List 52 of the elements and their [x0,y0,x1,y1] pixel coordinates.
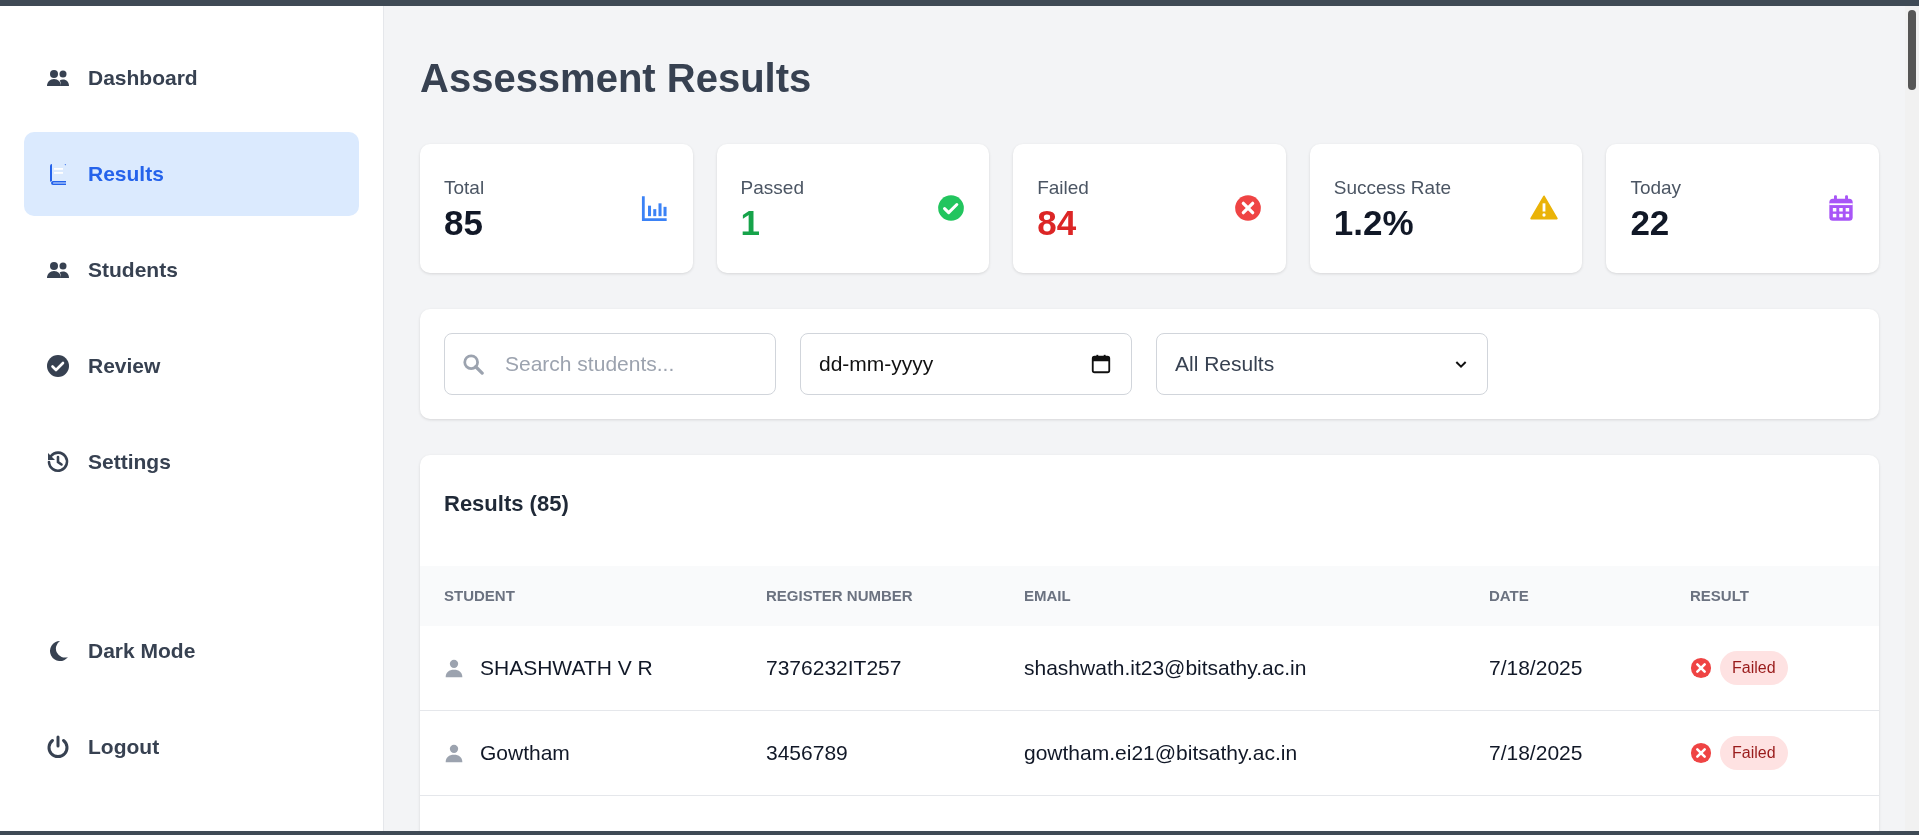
calendar-icon[interactable] [1090,352,1112,375]
table-cell-text: 7/18/2025 [1489,655,1584,681]
sidebar-item[interactable]: Logout [24,705,359,789]
column-header: DATE [1489,585,1530,606]
stat-value: 1.2% [1333,202,1415,243]
status-badge: Failed [1720,650,1788,685]
column-header: REGISTER NUMBER [766,585,914,606]
stat-label: Passed [740,176,804,200]
error-circle-icon [1690,656,1712,679]
sidebar-item[interactable]: Dark Mode [24,609,359,693]
table-cell-text: Gowtham [480,740,570,766]
stat-value: 84 [1037,202,1078,243]
stat-value: 85 [444,202,484,243]
column-header: STUDENT [444,585,516,606]
table-cell-text: 3456789 [766,740,849,766]
calendar-icon [1826,194,1855,223]
column-header: EMAIL [1024,585,1072,606]
bar-chart-icon [640,194,669,223]
sidebar-item[interactable]: Students [24,228,359,312]
result-filter-dropdown[interactable]: All Results [1156,332,1488,395]
error-circle-icon [1233,194,1262,223]
check-circle-icon [937,194,966,223]
scrollbar[interactable] [1905,6,1919,831]
card-title: Results (85) [444,490,569,516]
sidebar-item[interactable]: Results [24,132,359,216]
error-circle-icon [1690,741,1712,764]
stat-label: Success Rate [1333,176,1451,200]
user-icon [444,742,464,763]
power-icon [46,735,70,759]
check-circle-icon [46,354,70,378]
stat-label: Today [1630,176,1682,200]
column-header: RESULT [1690,585,1750,606]
table-cell-text: 7376232IT257 [766,655,903,681]
stat-value: 1 [740,202,762,243]
table-cell-text: SHASHWATH V R [480,655,653,681]
sidebar-item[interactable]: Review [24,324,359,408]
table-cell-text: 7/18/2025 [1489,740,1584,766]
history-icon [46,450,70,474]
sidebar-item[interactable]: Settings [24,420,359,504]
sidebar-item[interactable]: Dashboard [24,36,359,120]
stat-label: Failed [1037,176,1089,200]
scrollbar-thumb[interactable] [1908,10,1916,90]
status-badge: Failed [1720,735,1788,770]
search-field[interactable]: Search students... [444,332,776,395]
search-icon [462,352,484,375]
stat-label: Total [444,176,485,200]
table-cell-text: gowtham.ei21@bitsathy.ac.in [1024,740,1299,766]
stat-value: 22 [1630,202,1671,243]
date-field[interactable]: dd-mm-yyyy [800,332,1132,395]
user-icon [444,657,464,678]
table-cell-text: shashwath.it23@bitsathy.ac.in [1024,655,1308,681]
page-title: Assessment Results [420,55,813,102]
